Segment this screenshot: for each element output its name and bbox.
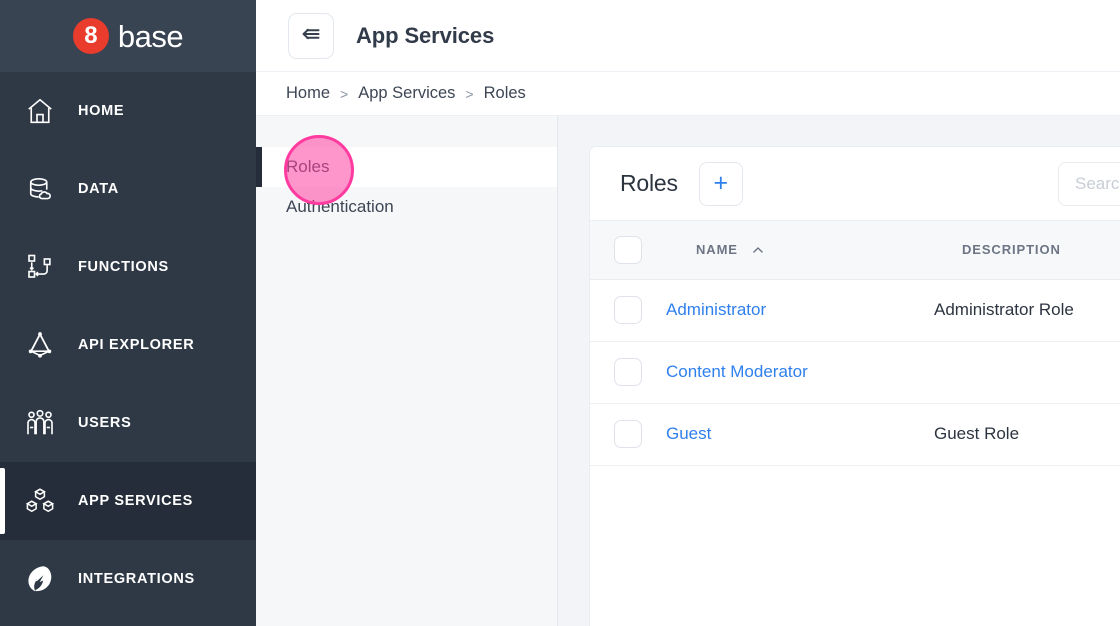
roles-card-header: Roles + [590, 147, 1120, 221]
subnav-item-roles[interactable]: Roles [256, 147, 557, 187]
column-header-name-label: NAME [696, 242, 738, 257]
secondary-nav: Roles Authentication [256, 116, 558, 626]
column-header-description[interactable]: DESCRIPTION [934, 221, 1120, 279]
breadcrumb: Home > App Services > Roles [256, 72, 1120, 116]
subnav-item-label: Roles [286, 157, 329, 177]
sidebar-item-label: APP SERVICES [78, 493, 193, 509]
row-name-cell: Guest [666, 403, 934, 465]
chevron-up-icon [751, 243, 765, 257]
role-link[interactable]: Guest [666, 424, 711, 443]
table-row: Guest Guest Role [590, 403, 1120, 465]
sidebar-item-label: DATA [78, 181, 119, 197]
collapse-sidebar-icon [299, 22, 323, 49]
subnav-item-authentication[interactable]: Authentication [256, 187, 557, 227]
page-title: App Services [356, 23, 494, 49]
sidebar-item-functions[interactable]: FUNCTIONS [0, 228, 256, 306]
home-icon [20, 96, 60, 126]
sidebar-item-label: HOME [78, 103, 124, 119]
lower-region: Roles Authentication Roles + [256, 116, 1120, 626]
breadcrumb-item-roles: Roles [484, 84, 526, 103]
main-content: Roles + [558, 116, 1120, 626]
primary-nav: HOME DATA [0, 72, 256, 626]
table-header-row: NAME [590, 221, 1120, 279]
lightning-icon [20, 564, 60, 594]
logo-mark-icon: 8 [73, 18, 109, 54]
search-input[interactable] [1058, 162, 1120, 206]
app-root: 8 base HOME [0, 0, 1120, 626]
sidebar-item-api-explorer[interactable]: API EXPLORER [0, 306, 256, 384]
row-select-cell [590, 341, 666, 403]
table-row: Administrator Administrator Role [590, 279, 1120, 341]
graphql-icon [20, 330, 60, 360]
roles-card: Roles + [589, 146, 1120, 626]
roles-table-body: Administrator Administrator Role Content… [590, 279, 1120, 465]
role-link[interactable]: Administrator [666, 300, 766, 319]
row-description-cell: Administrator Role [934, 279, 1120, 341]
sidebar-item-label: API EXPLORER [78, 337, 194, 353]
collapse-sidebar-button[interactable] [288, 13, 334, 59]
sidebar-item-app-services[interactable]: APP SERVICES [0, 462, 256, 540]
sidebar-item-label: FUNCTIONS [78, 259, 169, 275]
topbar: App Services [256, 0, 1120, 72]
users-icon [20, 408, 60, 438]
role-link[interactable]: Content Moderator [666, 362, 808, 381]
sidebar-item-label: USERS [78, 415, 131, 431]
column-header-select [590, 221, 666, 279]
row-select-cell [590, 403, 666, 465]
breadcrumb-item-home[interactable]: Home [286, 84, 330, 103]
select-all-checkbox[interactable] [614, 236, 642, 264]
table-row: Content Moderator [590, 341, 1120, 403]
sidebar-item-users[interactable]: USERS [0, 384, 256, 462]
row-checkbox[interactable] [614, 358, 642, 386]
roles-table: NAME [590, 221, 1120, 466]
row-checkbox[interactable] [614, 296, 642, 324]
subnav-item-label: Authentication [286, 197, 394, 217]
row-select-cell [590, 279, 666, 341]
breadcrumb-separator-icon: > [340, 86, 348, 102]
plus-icon: + [714, 171, 729, 196]
add-role-button[interactable]: + [699, 162, 743, 206]
logo-bar: 8 base [0, 0, 256, 72]
content-area: App Services Home > App Services > Roles… [256, 0, 1120, 626]
primary-sidebar: 8 base HOME [0, 0, 256, 626]
row-description-cell: Guest Role [934, 403, 1120, 465]
sidebar-item-data[interactable]: DATA [0, 150, 256, 228]
search-container [1058, 162, 1120, 206]
logo-wordmark: base [118, 21, 183, 52]
column-header-name[interactable]: NAME [666, 221, 934, 279]
row-description-cell [934, 341, 1120, 403]
roles-table-head: NAME [590, 221, 1120, 279]
app-services-icon [20, 486, 60, 516]
row-name-cell: Content Moderator [666, 341, 934, 403]
sidebar-item-home[interactable]: HOME [0, 72, 256, 150]
breadcrumb-item-app-services[interactable]: App Services [358, 84, 455, 103]
8base-logo[interactable]: 8 base [73, 18, 183, 54]
sidebar-item-integrations[interactable]: INTEGRATIONS [0, 540, 256, 618]
functions-icon [20, 252, 60, 282]
row-name-cell: Administrator [666, 279, 934, 341]
roles-panel-title: Roles [620, 170, 678, 197]
database-icon [20, 174, 60, 204]
column-header-description-label: DESCRIPTION [962, 242, 1061, 257]
row-checkbox[interactable] [614, 420, 642, 448]
breadcrumb-separator-icon: > [465, 86, 473, 102]
sidebar-item-label: INTEGRATIONS [78, 571, 195, 587]
